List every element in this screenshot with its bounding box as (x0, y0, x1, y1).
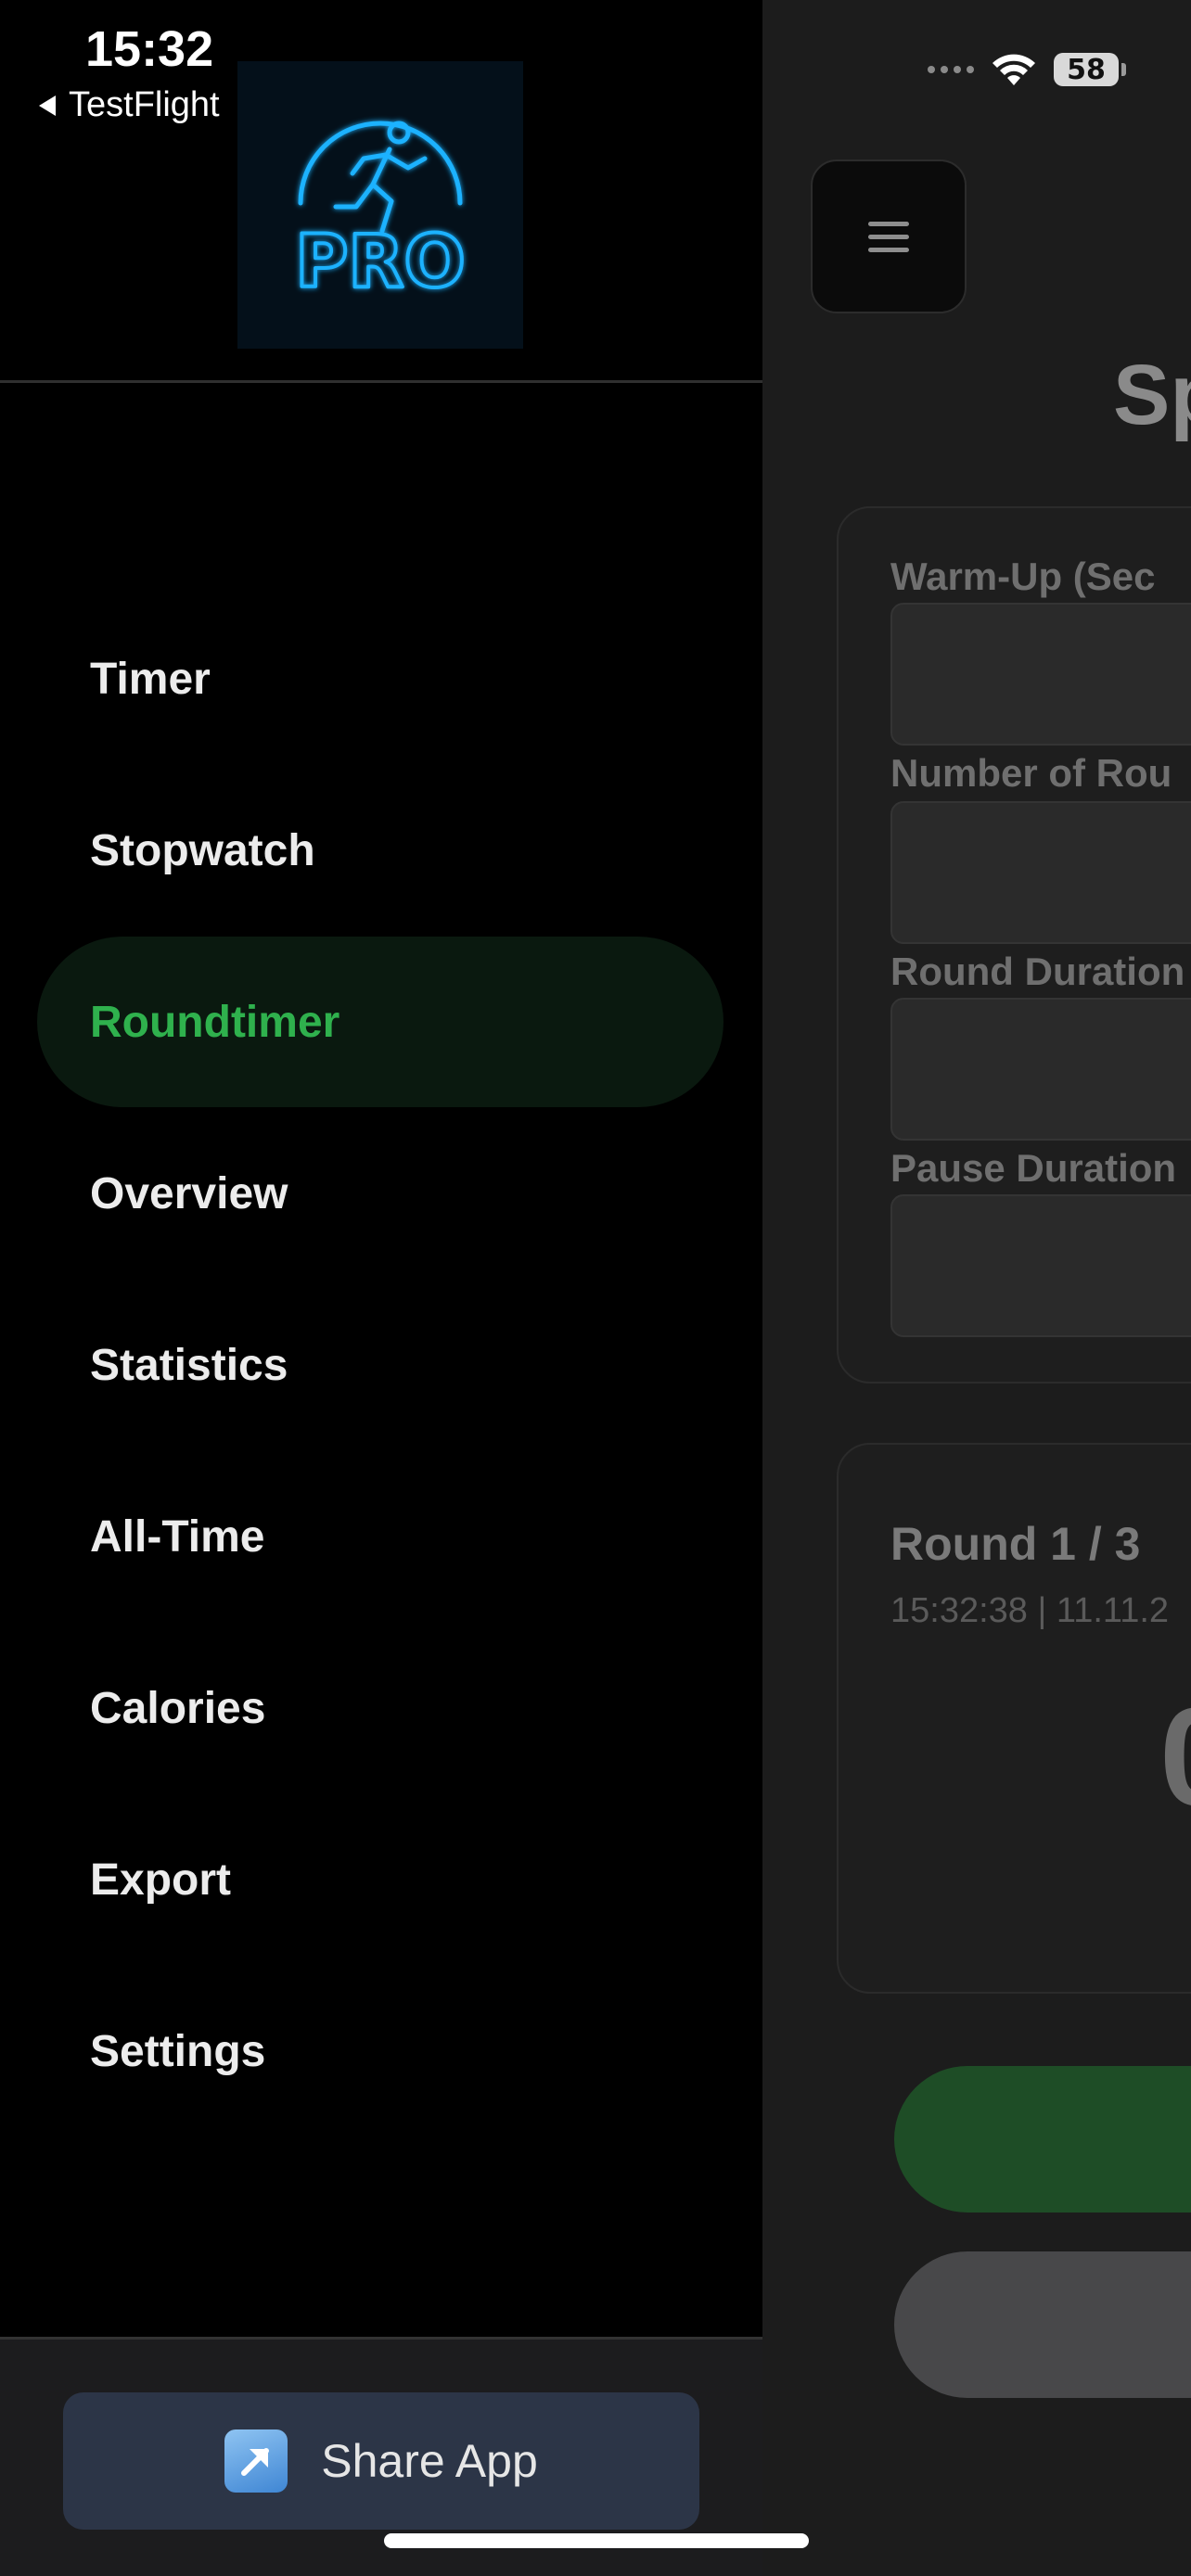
round-counter: Round 1 / 3 (890, 1518, 1141, 1570)
share-arrow-icon (224, 2429, 288, 2493)
navigation-drawer: 15:32 TestFlight PRO Timer Stopwatch Rou… (0, 0, 762, 2576)
round-status-card: Round 1 / 3 15:32:38 | 11.11.2 0 (837, 1443, 1191, 1994)
page-title: Sp (1113, 348, 1191, 442)
home-indicator[interactable] (384, 2533, 809, 2548)
status-indicators: 58 (928, 52, 1126, 87)
pause-duration-label: Pause Duration (890, 1146, 1177, 1190)
nav-item-statistics[interactable]: Statistics (37, 1280, 724, 1450)
round-timer-display: 0 (1159, 1677, 1191, 1837)
nav-item-timer[interactable]: Timer (37, 593, 724, 764)
battery-level: 58 (1054, 53, 1119, 86)
nav-item-all-time[interactable]: All-Time (37, 1451, 724, 1622)
round-settings-card: Warm-Up (Sec Number of Rou Round Duratio… (837, 506, 1191, 1384)
rounds-input[interactable] (890, 801, 1191, 944)
nav-item-settings[interactable]: Settings (37, 1966, 724, 2136)
round-duration-label: Round Duration (890, 950, 1185, 993)
logo-pro-text: PRO (295, 221, 466, 304)
reset-button[interactable] (894, 2251, 1191, 2398)
back-to-app-link[interactable]: TestFlight (39, 85, 220, 125)
nav-item-overview[interactable]: Overview (37, 1108, 724, 1279)
hamburger-icon (868, 221, 909, 252)
rounds-label: Number of Rou (890, 751, 1172, 795)
share-app-label: Share App (321, 2435, 538, 2487)
share-app-button[interactable]: Share App (63, 2392, 699, 2530)
start-button[interactable] (894, 2066, 1191, 2213)
drawer-divider (0, 380, 762, 383)
status-time: 15:32 (85, 21, 214, 77)
app-logo: PRO (237, 61, 523, 349)
nav-item-stopwatch[interactable]: Stopwatch (37, 765, 724, 936)
nav-item-roundtimer[interactable]: Roundtimer (37, 937, 724, 1107)
nav-item-calories[interactable]: Calories (37, 1623, 724, 1793)
back-arrow-icon (39, 95, 56, 116)
round-duration-input[interactable] (890, 998, 1191, 1141)
pause-duration-input[interactable] (890, 1194, 1191, 1337)
round-timestamp: 15:32:38 | 11.11.2 (890, 1591, 1170, 1630)
menu-button[interactable] (811, 159, 967, 313)
back-app-label: TestFlight (69, 85, 220, 124)
nav-item-export[interactable]: Export (37, 1794, 724, 1965)
warmup-input[interactable] (890, 603, 1191, 746)
battery-icon: 58 (1054, 53, 1126, 86)
warmup-label: Warm-Up (Sec (890, 555, 1156, 598)
wifi-icon (992, 54, 1035, 85)
cellular-signal-icon (928, 66, 974, 73)
running-man-logo-icon: PRO (293, 121, 467, 306)
